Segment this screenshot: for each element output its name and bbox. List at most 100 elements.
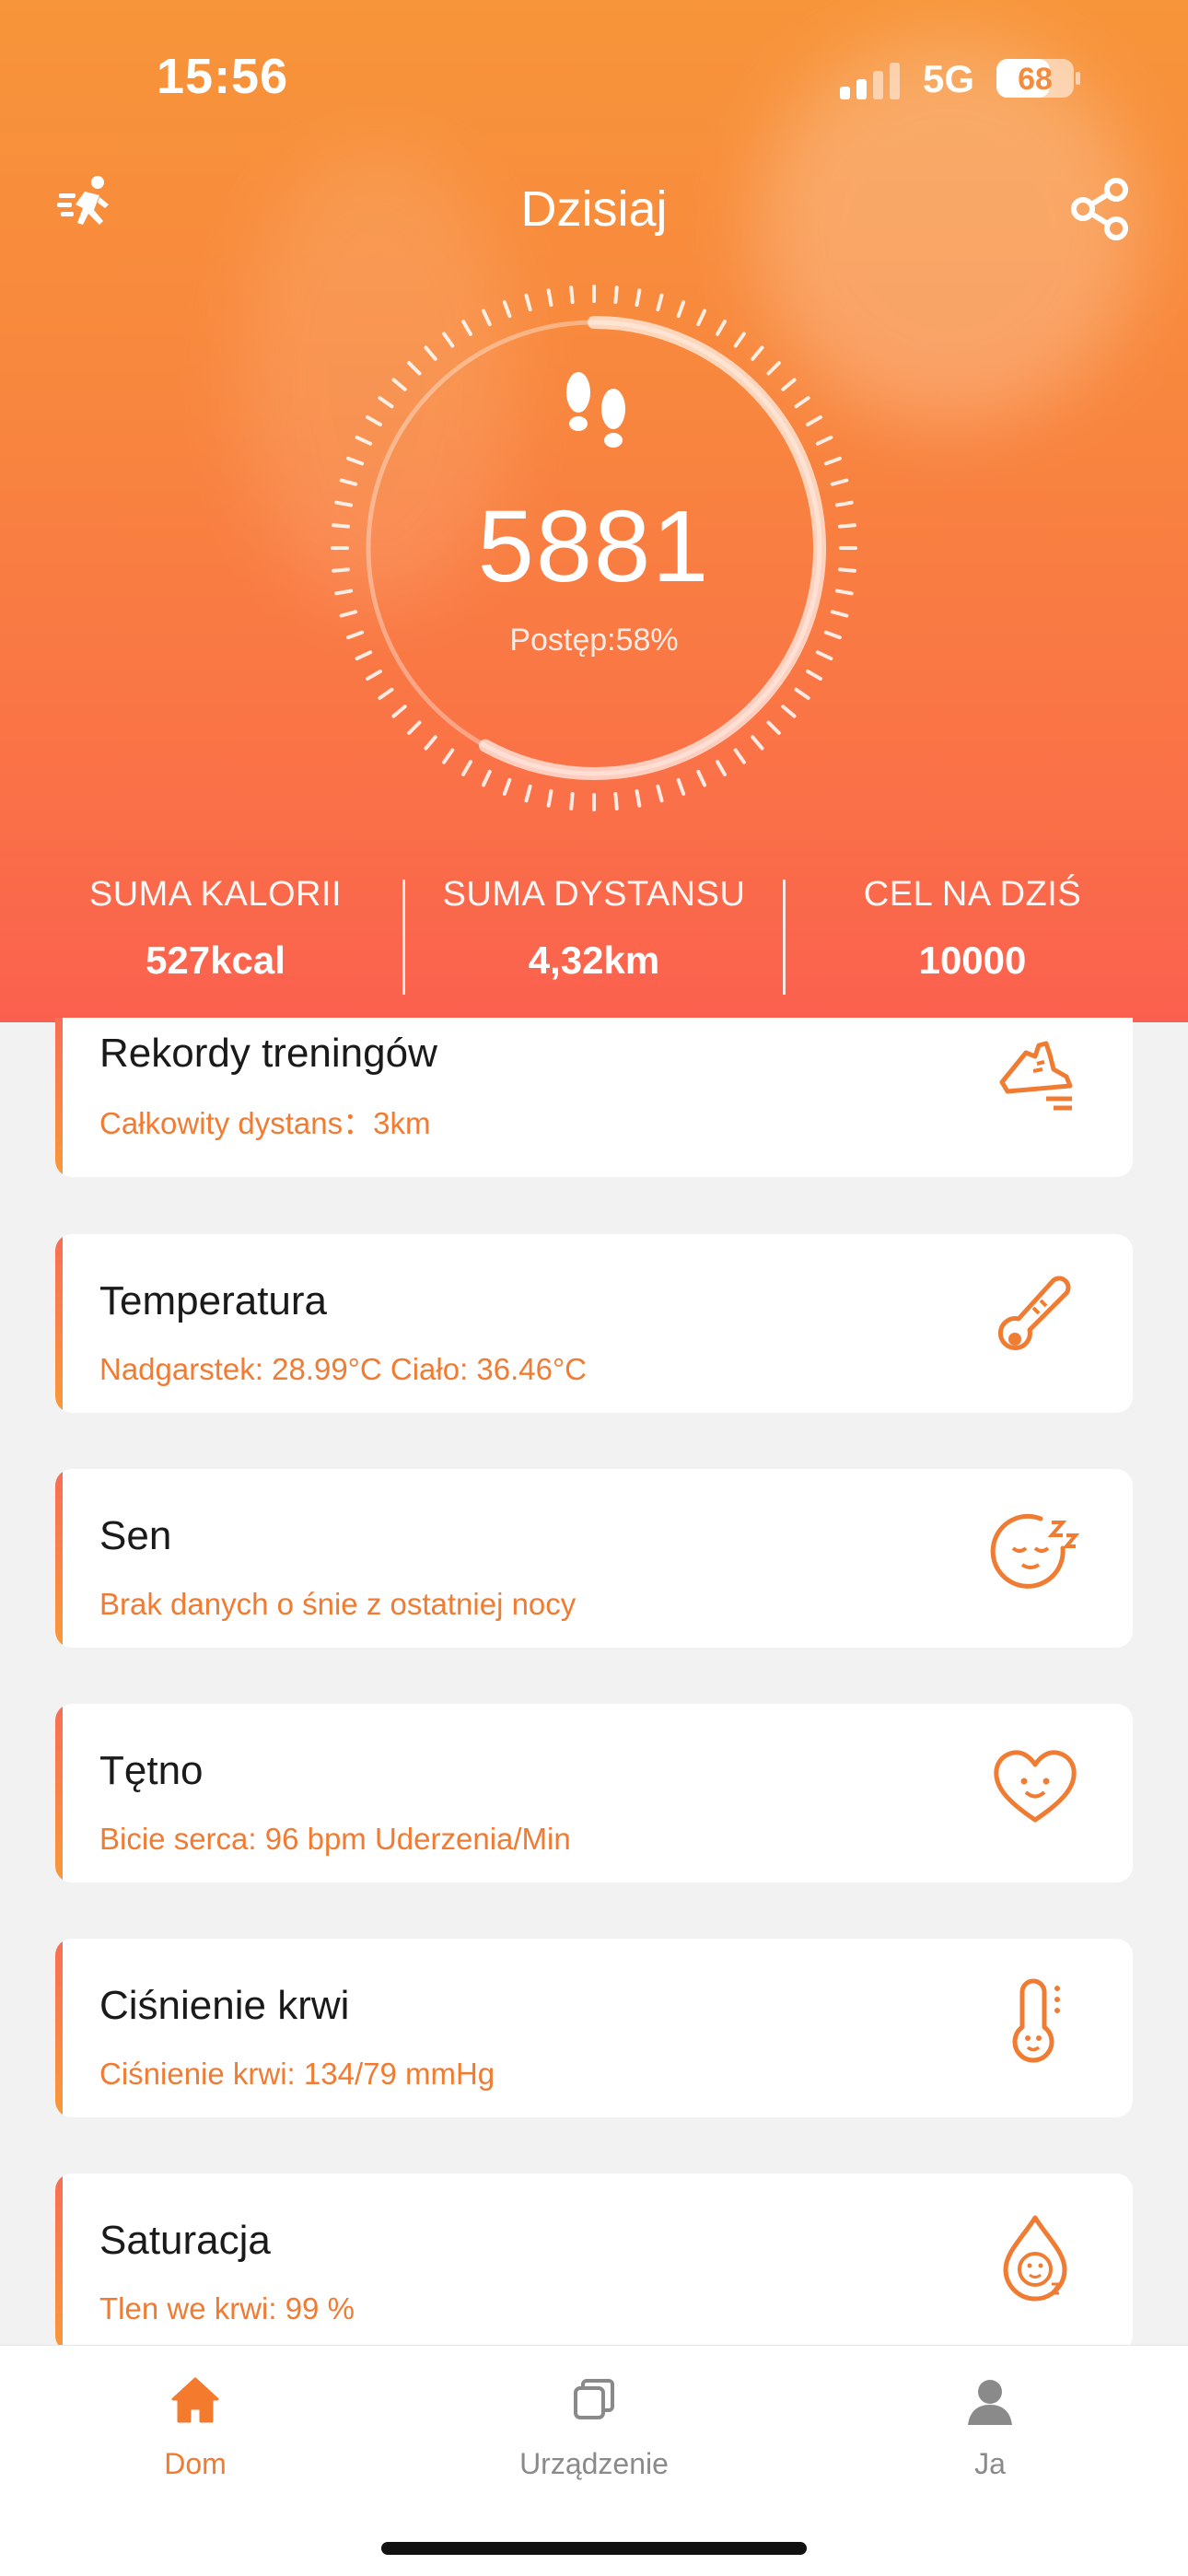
ring-tick — [461, 320, 472, 336]
ring-tick — [366, 415, 382, 426]
step-count: 5881 — [477, 490, 711, 603]
stat-calories: SUMA KALORII 527kcal — [22, 875, 409, 983]
card-accent-bar — [55, 1469, 63, 1648]
card-blood-pressure[interactable]: Ciśnienie krwi Ciśnienie krwi: 134/79 mm… — [55, 1939, 1133, 2117]
card-subtitle: Tlen we krwi: 99 % — [99, 2291, 355, 2325]
heart-face-icon — [994, 1750, 1077, 1823]
ring-tick — [524, 293, 532, 312]
battery-icon: 68 — [996, 57, 1081, 99]
ring-tick — [524, 784, 532, 803]
ring-tick — [676, 300, 686, 319]
ring-tick — [339, 610, 358, 618]
ring-tick — [823, 456, 842, 466]
card-subtitle: Bicie serca: 96 bpm Uderzenia/Min — [99, 1822, 571, 1856]
ring-tick — [806, 670, 822, 681]
share-icon[interactable] — [1068, 177, 1133, 241]
ring-tick — [766, 720, 781, 735]
ring-tick — [424, 345, 437, 361]
ring-tick — [355, 435, 373, 446]
ring-tick — [781, 378, 797, 391]
stat-value: 527kcal — [146, 938, 285, 982]
tab-home[interactable]: Dom — [57, 2373, 333, 2481]
ring-tick — [502, 300, 512, 319]
stat-divider — [402, 880, 405, 995]
ring-tick — [391, 705, 407, 718]
card-subtitle: Nadgarstek: 28.99°C Ciało: 36.46°C — [99, 1352, 588, 1386]
card-accent-bar — [55, 1234, 63, 1413]
card-accent-bar — [55, 1704, 63, 1882]
ring-tick — [461, 760, 472, 776]
ring-tick — [407, 720, 422, 735]
ring-tick — [635, 788, 642, 808]
ring-tick — [407, 361, 422, 376]
card-heart-rate[interactable]: Tętno Bicie serca: 96 bpm Uderzenia/Min — [55, 1704, 1133, 1882]
ring-tick — [794, 396, 810, 409]
card-accent-bar — [55, 2174, 63, 2352]
ring-tick — [613, 791, 619, 810]
ring-tick — [346, 456, 365, 466]
daily-stats: SUMA KALORII 527kcal SUMA DYSTANSU 4,32k… — [0, 875, 1188, 995]
ring-tick — [716, 760, 727, 776]
stat-label: SUMA KALORII — [88, 875, 343, 914]
thermometer-icon — [997, 1276, 1071, 1351]
progress-label: Postęp:58% — [509, 623, 679, 658]
ring-tick — [751, 345, 764, 361]
blood-pressure-icon — [1012, 1978, 1060, 2063]
ring-tick — [424, 735, 437, 751]
ring-tick — [751, 735, 764, 751]
stat-distance: SUMA DYSTANSU 4,32km — [401, 875, 787, 983]
card-sleep[interactable]: Sen Brak danych o śnie z ostatniej nocy — [55, 1469, 1133, 1648]
tab-me[interactable]: Ja — [852, 2373, 1128, 2481]
ring-tick — [815, 435, 833, 446]
ring-tick — [696, 309, 707, 327]
ring-tick — [339, 478, 358, 486]
person-icon — [968, 2380, 1012, 2425]
page-title: Dzisiaj — [520, 181, 668, 237]
battery-level: 68 — [1018, 62, 1053, 97]
ring-tick — [569, 791, 575, 810]
stat-value: 10000 — [918, 938, 1027, 982]
card-subtitle: Brak danych o śnie z ostatniej nocy — [99, 1587, 577, 1621]
card-workout-records[interactable]: Rekordy treningów Całkowity dystans：3km — [55, 1018, 1133, 1177]
status-time: 15:56 — [157, 49, 289, 104]
ring-tick — [378, 687, 394, 700]
card-subtitle: Całkowity dystans：3km — [99, 1106, 431, 1140]
ring-tick — [569, 286, 575, 305]
ring-tick — [442, 332, 455, 348]
running-shoe-icon — [999, 1041, 1073, 1111]
ring-tick — [481, 309, 492, 327]
tab-label: Urządzenie — [519, 2447, 669, 2480]
ring-tick — [794, 687, 810, 700]
card-accent-bar — [55, 1018, 63, 1177]
footprints-icon — [566, 372, 625, 448]
ring-tick — [733, 748, 746, 764]
card-title: Rekordy treningów — [99, 1031, 437, 1076]
ring-tick — [766, 361, 781, 376]
stat-value: 4,32km — [528, 938, 660, 982]
card-title: Sen — [99, 1513, 172, 1558]
ring-tick — [546, 288, 553, 308]
status-bar: 15:56 5G 68 — [0, 0, 1188, 157]
card-accent-bar — [55, 1939, 63, 2117]
ring-tick — [656, 784, 664, 803]
ring-tick — [481, 769, 492, 787]
ring-tick — [676, 777, 686, 796]
stat-divider — [783, 880, 786, 995]
tab-device[interactable]: Urządzenie — [456, 2373, 732, 2481]
card-subtitle: Ciśnienie krwi: 134/79 mmHg — [99, 2057, 495, 2091]
card-saturation[interactable]: Saturacja Tlen we krwi: 99 % — [55, 2174, 1133, 2352]
sleep-face-icon — [990, 1513, 1080, 1589]
ring-tick — [635, 288, 642, 308]
ring-tick — [806, 415, 822, 426]
ring-tick — [366, 670, 382, 681]
ring-tick — [378, 396, 394, 409]
ring-tick — [442, 748, 455, 764]
device-icon — [574, 2379, 614, 2419]
ring-tick — [733, 332, 746, 348]
ring-tick — [830, 610, 849, 618]
card-temperature[interactable]: Temperatura Nadgarstek: 28.99°C Ciało: 3… — [55, 1234, 1133, 1413]
cellular-signal-icon — [840, 63, 900, 99]
stat-goal: CEL NA DZIŚ 10000 — [779, 875, 1166, 983]
ring-tick — [502, 777, 512, 796]
ring-tick — [613, 286, 619, 305]
